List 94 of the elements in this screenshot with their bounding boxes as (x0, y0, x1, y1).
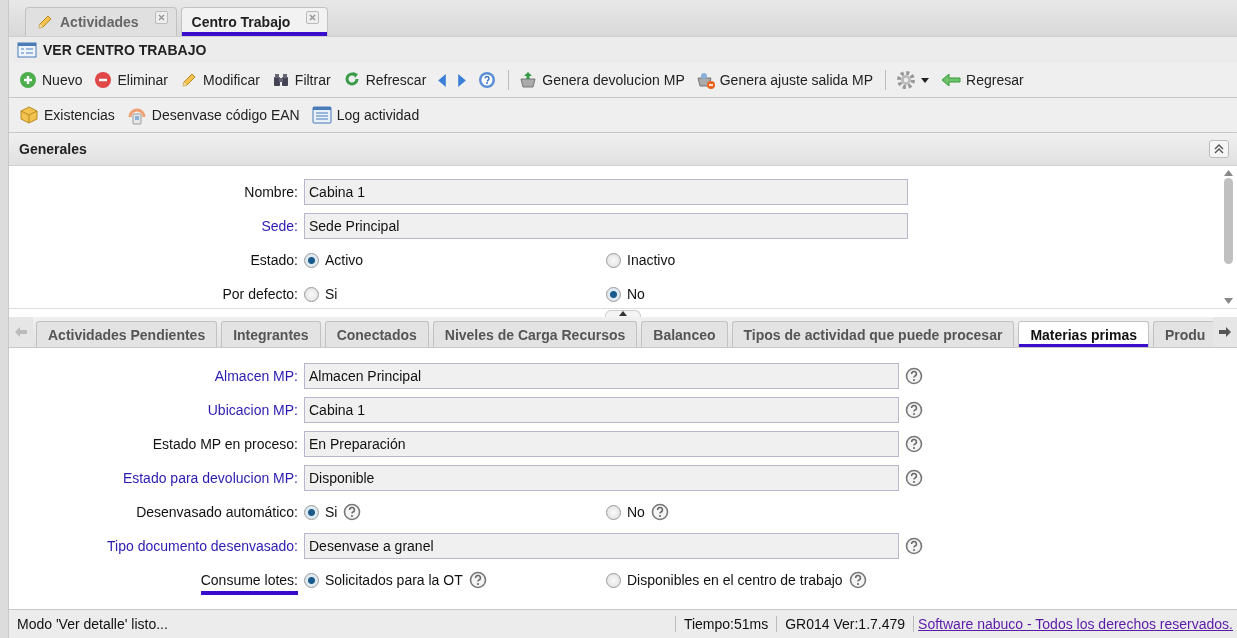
field-label[interactable]: Estado para devolucion MP: (122, 470, 298, 486)
right-arrow-icon (1219, 327, 1231, 337)
help-icon[interactable] (905, 401, 923, 419)
help-icon[interactable] (905, 537, 923, 555)
status-version: GR014 Ver:1.7.479 (776, 616, 914, 632)
gear-icon (896, 70, 917, 90)
field-label: Estado MP en proceso: (152, 436, 298, 452)
help-icon[interactable] (905, 367, 923, 385)
option-label: No (627, 286, 645, 302)
toolbar-button[interactable]: Desenvase código EAN (122, 103, 306, 127)
splitter-handle[interactable] (605, 309, 641, 317)
box-icon (19, 105, 39, 125)
section-title: Generales (19, 141, 87, 157)
field-label: Desenvasado automático: (136, 504, 298, 520)
option-label: No (627, 504, 645, 520)
list-icon (311, 106, 332, 124)
option-label: Activo (325, 252, 364, 268)
left-arrow-icon (15, 327, 27, 337)
option-label: Solicitados para la OT (325, 572, 463, 588)
down-arrow-icon[interactable] (1224, 298, 1233, 304)
toolbar-button[interactable]: Existencias (15, 103, 121, 127)
basket-icon (696, 71, 715, 89)
field-label[interactable]: Sede: (261, 218, 298, 234)
field-label: Consume lotes: (200, 572, 298, 595)
field-label[interactable]: Ubicacion MP: (207, 402, 298, 418)
radio-button[interactable] (606, 252, 621, 268)
field-label: Por defecto: (222, 286, 298, 302)
option-label: Disponibles en el centro de trabajo (627, 572, 843, 588)
up-arrow-icon[interactable] (1224, 170, 1233, 176)
text-field[interactable]: En Preparación (304, 431, 899, 457)
view-title: VER CENTRO TRABAJO (43, 42, 207, 58)
option-label: Inactivo (627, 252, 676, 268)
radio-button[interactable] (304, 504, 319, 520)
binoculars-icon (271, 71, 290, 89)
caret-icon (921, 77, 930, 83)
plus-icon (19, 71, 37, 89)
detail-tab[interactable]: Balanceo (641, 321, 728, 347)
radio-button[interactable] (304, 286, 319, 302)
minus-icon (94, 71, 113, 89)
scroll-right-button[interactable] (1213, 317, 1237, 347)
option-label: Si (325, 286, 338, 302)
field-label[interactable]: Tipo documento desenvasado: (107, 538, 298, 554)
detail-tab[interactable]: Tipos de actividad que puede procesar (731, 321, 1015, 347)
form-icon (17, 42, 37, 58)
text-field[interactable]: Sede Principal (304, 213, 908, 239)
text-field[interactable]: Cabina 1 (304, 397, 899, 423)
toolbar-button[interactable]: Genera ajuste salida MP (692, 69, 880, 91)
basket-icon (519, 71, 538, 89)
radio-button[interactable] (606, 504, 621, 520)
toolbar-button[interactable]: Filtrar (267, 69, 337, 91)
help-icon[interactable] (848, 571, 867, 589)
radio-button[interactable] (304, 252, 319, 268)
document-tab[interactable]: Actividades (25, 7, 177, 36)
detail-tab[interactable]: Integrantes (221, 321, 321, 347)
toolbar-button[interactable]: Log actividad (307, 104, 426, 126)
text-field[interactable]: Cabina 1 (304, 179, 908, 205)
text-field[interactable]: Almacen Principal (304, 363, 899, 389)
copyright-link[interactable]: Software nabuco - Todos los derechos reservados. (913, 616, 1237, 632)
help-icon[interactable] (650, 503, 669, 521)
detail-tab[interactable]: Niveles de Carga Recursos (432, 321, 638, 347)
toolbar-button[interactable]: Refrescar (338, 69, 433, 91)
text-field[interactable]: Desenvase a granel (304, 533, 899, 559)
field-label[interactable]: Almacen MP: (214, 368, 298, 384)
radio-button[interactable] (304, 572, 319, 588)
pencil-icon (36, 13, 54, 31)
radio-button[interactable] (606, 286, 621, 302)
help-icon[interactable] (905, 469, 923, 487)
toolbar-button[interactable]: Eliminar (90, 69, 175, 91)
double-chevron-icon (1214, 144, 1224, 154)
toolbar-button[interactable]: Modificar (176, 69, 266, 91)
toolbar-button[interactable]: Regresar (937, 69, 1030, 91)
detail-tab[interactable]: Conectados (324, 321, 429, 347)
document-tab[interactable]: Centro Trabajo (180, 7, 329, 36)
option-label: Si (325, 504, 338, 520)
help-icon[interactable] (468, 571, 487, 589)
next-icon (458, 73, 467, 87)
collapse-button[interactable] (1209, 140, 1229, 158)
status-message: Modo 'Ver detalle' listo... (16, 616, 169, 632)
text-field[interactable]: Disponible (304, 465, 899, 491)
detail-tab[interactable]: Materias primas (1018, 321, 1149, 347)
close-icon[interactable] (306, 11, 320, 24)
status-time: Tiempo:51ms (674, 616, 777, 632)
previous-icon (438, 73, 447, 87)
detail-tab[interactable]: Actividades Pendientes (36, 321, 218, 347)
toolbar-button[interactable]: Genera devolucion MP (515, 69, 691, 91)
help-icon[interactable] (905, 435, 923, 453)
field-label: Estado: (250, 252, 298, 268)
back-arrow-icon (941, 71, 962, 89)
help-icon[interactable] (343, 503, 362, 521)
field-label: Nombre: (244, 184, 298, 200)
radio-button[interactable] (606, 572, 621, 588)
help-icon (478, 71, 497, 89)
detail-tab[interactable]: Produ (1153, 321, 1213, 347)
toolbar-button[interactable]: Nuevo (15, 69, 89, 91)
